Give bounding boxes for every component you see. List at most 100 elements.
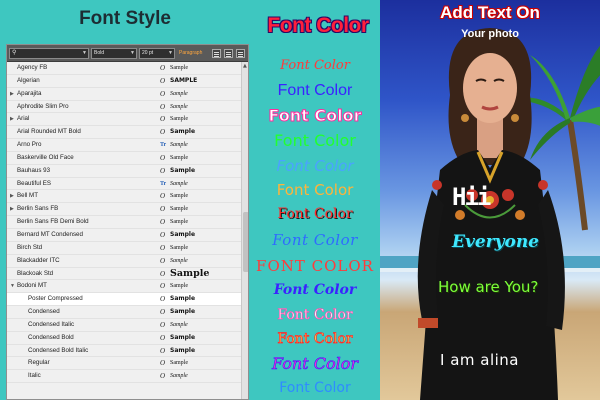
font-list-item[interactable]: Blackadder ITC O Sample (7, 255, 241, 268)
font-list-item[interactable]: ▶ Bell MT O Sample (7, 190, 241, 204)
font-name: Condensed Italic (28, 320, 75, 328)
font-sample: Sample (170, 65, 188, 71)
font-list-scrollbar[interactable]: ▲ (241, 62, 248, 399)
opentype-font-icon: O (160, 346, 166, 355)
font-color-sample: Font Color (272, 354, 359, 374)
right-earring (511, 114, 519, 122)
font-list-item[interactable]: ▶ Aparajita O Sample (7, 88, 241, 101)
font-list-item[interactable]: Italic O Sample (7, 370, 241, 384)
overlay-text-how-are-you[interactable]: How are You? (438, 278, 538, 296)
font-sample: Sample (170, 230, 196, 238)
chevron-down-icon: ▼ (168, 50, 173, 56)
font-name: Blackadder ITC (17, 256, 60, 264)
face-shape (463, 53, 517, 123)
font-list-item[interactable]: Condensed Bold Italic O Sample (7, 345, 241, 358)
font-size-field[interactable]: 20 pt ▼ (139, 48, 175, 59)
chevron-right-icon[interactable]: ▶ (10, 203, 14, 216)
font-color-sample: Font Color (276, 157, 354, 175)
photo-illustration (380, 28, 600, 400)
font-color-sample: Font Color (279, 380, 351, 396)
font-color-sample: Font Color (277, 206, 353, 222)
opentype-font-icon: O (160, 218, 166, 227)
font-color-sample: Font Color (276, 181, 354, 199)
font-list-item[interactable]: Bauhaus 93 O Sample (7, 165, 241, 178)
font-name: Aphrodite Slim Pro (17, 102, 69, 110)
font-color-sample: Font Color (272, 231, 358, 249)
font-name: Bauhaus 93 (17, 166, 51, 174)
opentype-font-icon: O (160, 359, 166, 368)
truetype-font-icon: Tr (160, 142, 167, 149)
font-list-item[interactable]: Poster Compressed O Sample (7, 293, 241, 307)
chevron-right-icon[interactable]: ▶ (10, 113, 14, 126)
font-sample: Sample (170, 321, 188, 328)
chevron-right-icon[interactable]: ▶ (10, 88, 14, 101)
opentype-font-icon: O (160, 256, 166, 265)
font-style-field[interactable]: Bold ▼ (91, 48, 137, 59)
font-sample: Sample (170, 373, 188, 380)
font-name: Condensed Bold (28, 333, 74, 341)
font-sample: Sample (170, 257, 188, 264)
overlay-text-everyone[interactable]: Everyone (452, 232, 539, 252)
font-sample: Sample (170, 142, 188, 149)
font-list-item[interactable]: Baskerville Old Face O Sample (7, 152, 241, 165)
opentype-font-icon: O (160, 153, 166, 162)
photo-subtitle: Your photo (461, 28, 519, 40)
scrollbar-thumb[interactable] (243, 212, 248, 272)
search-icon: ⚲ (12, 50, 17, 56)
left-earring (461, 114, 469, 122)
align-right-icon[interactable] (236, 49, 245, 58)
opentype-font-icon: O (160, 308, 166, 317)
font-name: Bell MT (17, 192, 38, 200)
truetype-font-icon: Tr (160, 180, 167, 187)
chevron-down-icon: ▼ (130, 50, 135, 56)
chevron-right-icon[interactable]: ▶ (10, 190, 14, 203)
font-list: Agency FB O Sample Algerian O SAMPLE ▶ Aparajit… (7, 62, 241, 399)
opentype-font-icon: O (160, 64, 166, 72)
overlay-text-name[interactable]: I am alina (440, 351, 519, 369)
font-name: Birch Std (17, 243, 43, 251)
font-name: Poster Compressed (28, 295, 83, 303)
align-left-icon[interactable] (212, 49, 221, 58)
font-name: Baskerville Old Face (17, 153, 74, 161)
font-list-item[interactable]: Condensed Bold O Sample (7, 332, 241, 345)
font-sample: Sample (170, 103, 188, 110)
font-list-item[interactable]: Algerian O SAMPLE (7, 75, 241, 88)
font-name: Arial (17, 115, 30, 123)
font-sample: Sample (170, 206, 188, 213)
font-list-item[interactable]: ▼ Bodoni MT O Sample (7, 280, 241, 294)
font-sample: Sample (170, 128, 196, 136)
font-list-item[interactable]: Condensed Italic O Sample (7, 319, 241, 332)
font-list-item[interactable]: Blackoak Std O Sample (7, 268, 241, 281)
font-list-item[interactable]: ▶ Arial O Sample (7, 113, 241, 127)
font-list-item[interactable]: Arial Rounded MT Bold O Sample (7, 126, 241, 140)
font-list-item[interactable]: Regular O Sample (7, 357, 241, 371)
font-color-heading: Font Color (267, 14, 369, 37)
font-list-item[interactable]: Agency FB O Sample (7, 62, 241, 75)
font-sample: Sample (170, 244, 188, 251)
chevron-down-icon[interactable]: ▼ (10, 280, 15, 293)
font-family-field[interactable]: ⚲ ▼ (9, 48, 89, 59)
font-list-item[interactable]: Aphrodite Slim Pro O Sample (7, 101, 241, 114)
bangles (418, 318, 438, 328)
font-sample: Sample (170, 193, 188, 200)
font-color-sample: Font Color (273, 282, 357, 298)
opentype-font-icon: O (160, 128, 166, 137)
opentype-font-icon: O (160, 295, 166, 304)
font-list-item[interactable]: Bernard MT Condensed O Sample (7, 229, 241, 242)
font-list-item[interactable]: Berlin Sans FB Demi Bold O Sample (7, 216, 241, 229)
font-list-item[interactable]: Condensed O Sample (7, 306, 241, 319)
opentype-font-icon: O (160, 166, 166, 175)
font-list-item[interactable]: ▶ Berlin Sans FB O Sample (7, 203, 241, 217)
scroll-up-icon[interactable]: ▲ (243, 63, 247, 69)
opentype-font-icon: O (160, 115, 166, 124)
font-sample: Sample (170, 267, 210, 279)
font-list-item[interactable]: Beautiful ES Tr Sample (7, 178, 241, 191)
font-name: Arno Pro (17, 141, 42, 149)
overlay-text-hii[interactable]: Hii (452, 183, 491, 211)
font-list-item[interactable]: Arno Pro Tr Sample (7, 139, 241, 152)
align-center-icon[interactable] (224, 49, 233, 58)
font-sample: Sample (170, 166, 196, 174)
font-list-item[interactable]: Birch Std O Sample (7, 242, 241, 255)
font-name: Berlin Sans FB Demi Bold (17, 218, 89, 226)
paragraph-tab[interactable]: Paragraph (179, 48, 202, 59)
